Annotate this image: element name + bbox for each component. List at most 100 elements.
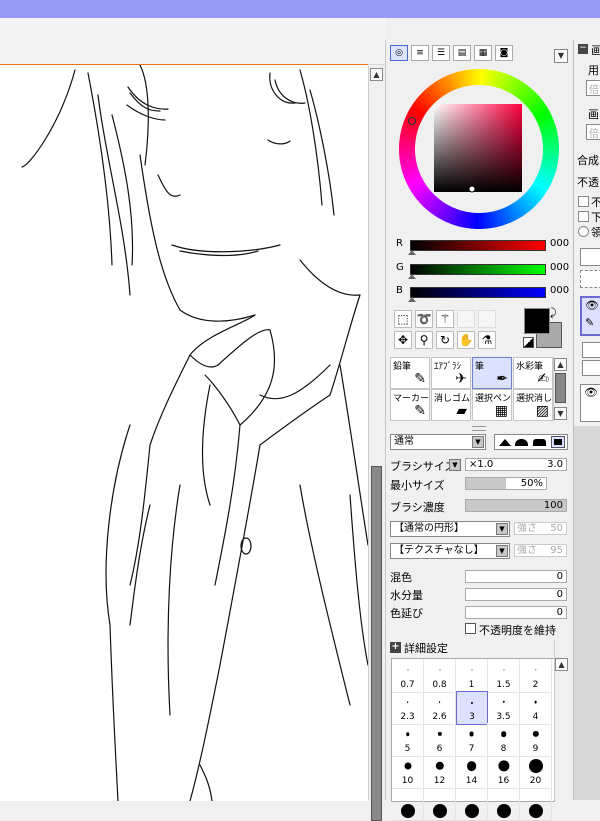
- brush-4[interactable]: マーカー ✎: [390, 389, 430, 421]
- zoom-icon[interactable]: ⚲: [415, 331, 433, 349]
- brush-size-cell[interactable]: 0.7: [392, 659, 424, 693]
- color-wheel[interactable]: [398, 68, 560, 230]
- swatch-tab[interactable]: ▦: [474, 45, 492, 61]
- brush-shape-select[interactable]: 【通常の円形】 ▼: [390, 521, 510, 537]
- sharp-shape-icon[interactable]: [499, 439, 511, 446]
- canvas-scroll-thumb[interactable]: [371, 466, 382, 821]
- brush-shape-buttons[interactable]: [494, 434, 568, 450]
- magnification-box-2[interactable]: 倍: [586, 124, 600, 140]
- rect-select-icon[interactable]: ⬚: [394, 310, 412, 328]
- brush-size-cell[interactable]: 8: [488, 723, 520, 757]
- texture-select[interactable]: 【テクスチャなし】 ▼: [390, 543, 510, 559]
- red-value[interactable]: 000: [550, 238, 569, 249]
- flat-shape-icon[interactable]: [551, 436, 565, 448]
- min-size-slider[interactable]: 50%: [465, 477, 547, 490]
- foreground-color-swatch[interactable]: [524, 308, 550, 334]
- brush-size-cell[interactable]: 2: [520, 659, 552, 693]
- rotate-icon[interactable]: ↻: [436, 331, 454, 349]
- eyedropper-icon[interactable]: ⚗: [478, 331, 496, 349]
- brush-size-cell[interactable]: [520, 787, 552, 821]
- green-value[interactable]: 000: [550, 262, 569, 273]
- brush-size-cell[interactable]: 9: [520, 723, 552, 757]
- red-slider-handle[interactable]: [408, 250, 416, 255]
- brush-size-cell[interactable]: 14: [456, 755, 488, 789]
- layer-row-paper[interactable]: 👁: [580, 384, 600, 422]
- brush-size-cell[interactable]: 1.5: [488, 659, 520, 693]
- green-slider[interactable]: [410, 264, 546, 275]
- layer-row[interactable]: [582, 342, 600, 358]
- panel-vertical-scrollbar[interactable]: ▲: [554, 640, 569, 800]
- brush-scroll-thumb[interactable]: [555, 373, 566, 403]
- mix-slider[interactable]: 0: [465, 570, 567, 583]
- expand-plus-icon[interactable]: +: [390, 642, 401, 653]
- layer-checkbox-1[interactable]: [578, 196, 589, 207]
- brush-3[interactable]: 水彩筆 ✍: [513, 357, 553, 389]
- magic-wand-icon[interactable]: ⚚: [436, 310, 454, 328]
- density-slider[interactable]: 100: [465, 499, 567, 512]
- scratchpad-tab[interactable]: ◙: [495, 45, 513, 61]
- brush-2[interactable]: 筆 ✒: [472, 357, 512, 389]
- brush-size-cell[interactable]: 12: [424, 755, 456, 789]
- blue-value[interactable]: 000: [550, 285, 569, 296]
- collapse-minus-icon[interactable]: −: [578, 44, 588, 54]
- brush-5[interactable]: 消しゴム ▰: [431, 389, 471, 421]
- new-layer-icon[interactable]: [580, 248, 600, 266]
- brush-7[interactable]: 選択消し ▨: [513, 389, 553, 421]
- brush-size-cell[interactable]: 5: [392, 723, 424, 757]
- hsv-sliders-tab[interactable]: ☰: [432, 45, 450, 61]
- lasso-icon[interactable]: ➰: [415, 310, 433, 328]
- brush-size-cell[interactable]: 16: [488, 755, 520, 789]
- move-icon[interactable]: ✥: [394, 331, 412, 349]
- brush-size-cell[interactable]: 10: [392, 755, 424, 789]
- brush-size-cell[interactable]: 7: [456, 723, 488, 757]
- brush-size-menu-button[interactable]: ▼: [449, 459, 461, 471]
- panel-menu-button[interactable]: ▼: [554, 49, 568, 63]
- brush-1[interactable]: ｴｱﾌﾞﾗｼ ✈: [431, 357, 471, 389]
- panel-scroll-up-button[interactable]: ▲: [555, 658, 568, 671]
- layer-row-selected[interactable]: 👁 ✎: [580, 296, 600, 336]
- brush-size-cell[interactable]: 2.3: [392, 691, 424, 725]
- new-folder-icon[interactable]: [580, 270, 600, 288]
- eye-icon[interactable]: 👁: [584, 386, 598, 399]
- blue-slider-handle[interactable]: [408, 297, 416, 302]
- brush-size-cell[interactable]: 2.6: [424, 691, 456, 725]
- canvas-vertical-scrollbar[interactable]: ▲: [368, 66, 385, 821]
- blend-mode-select[interactable]: 通常 ▼: [390, 434, 486, 450]
- water-slider[interactable]: 0: [465, 588, 567, 601]
- brush-size-cell[interactable]: [424, 787, 456, 821]
- brush-size-cell[interactable]: 3: [456, 691, 488, 725]
- brush-size-cell[interactable]: 4: [520, 691, 552, 725]
- eye-icon[interactable]: 👁: [585, 299, 599, 312]
- blue-slider[interactable]: [410, 287, 546, 298]
- layer-radio[interactable]: [578, 226, 589, 237]
- red-slider[interactable]: [410, 240, 546, 251]
- brush-size-cell[interactable]: 3.5: [488, 691, 520, 725]
- layer-checkbox-2[interactable]: [578, 211, 589, 222]
- brush-size-cell[interactable]: 1: [456, 659, 488, 693]
- soft-shape-icon[interactable]: [515, 439, 528, 446]
- brush-scroll-down-button[interactable]: ▼: [554, 407, 567, 420]
- detail-settings-label[interactable]: 詳細設定: [404, 640, 448, 656]
- drawing-canvas[interactable]: [0, 64, 368, 801]
- brush-size-cell[interactable]: [456, 787, 488, 821]
- shape-strength-slider[interactable]: 強さ 50: [514, 522, 567, 535]
- color-marker[interactable]: [468, 185, 476, 193]
- magnification-box[interactable]: 倍: [586, 80, 600, 96]
- brush-scroll-up-button[interactable]: ▲: [554, 358, 567, 371]
- canvas-scroll-up-button[interactable]: ▲: [370, 68, 383, 81]
- brush-size-cell[interactable]: 6: [424, 723, 456, 757]
- color-set-tab[interactable]: ▤: [453, 45, 471, 61]
- stretch-slider[interactable]: 0: [465, 606, 567, 619]
- brush-size-cell[interactable]: [488, 787, 520, 821]
- brush-6[interactable]: 選択ペン ▦: [472, 389, 512, 421]
- brush-size-cell[interactable]: 20: [520, 755, 552, 789]
- brush-size-cell[interactable]: 0.8: [424, 659, 456, 693]
- reset-colors-icon[interactable]: [523, 337, 534, 348]
- hand-icon[interactable]: ✋: [457, 331, 475, 349]
- keep-opacity-checkbox[interactable]: [465, 623, 476, 634]
- swap-colors-icon[interactable]: ⤸: [550, 306, 557, 320]
- medium-shape-icon[interactable]: [533, 439, 546, 446]
- color-wheel-tab[interactable]: ◎: [390, 45, 408, 61]
- layer-row[interactable]: [582, 360, 600, 376]
- texture-strength-slider[interactable]: 強さ 95: [514, 544, 567, 557]
